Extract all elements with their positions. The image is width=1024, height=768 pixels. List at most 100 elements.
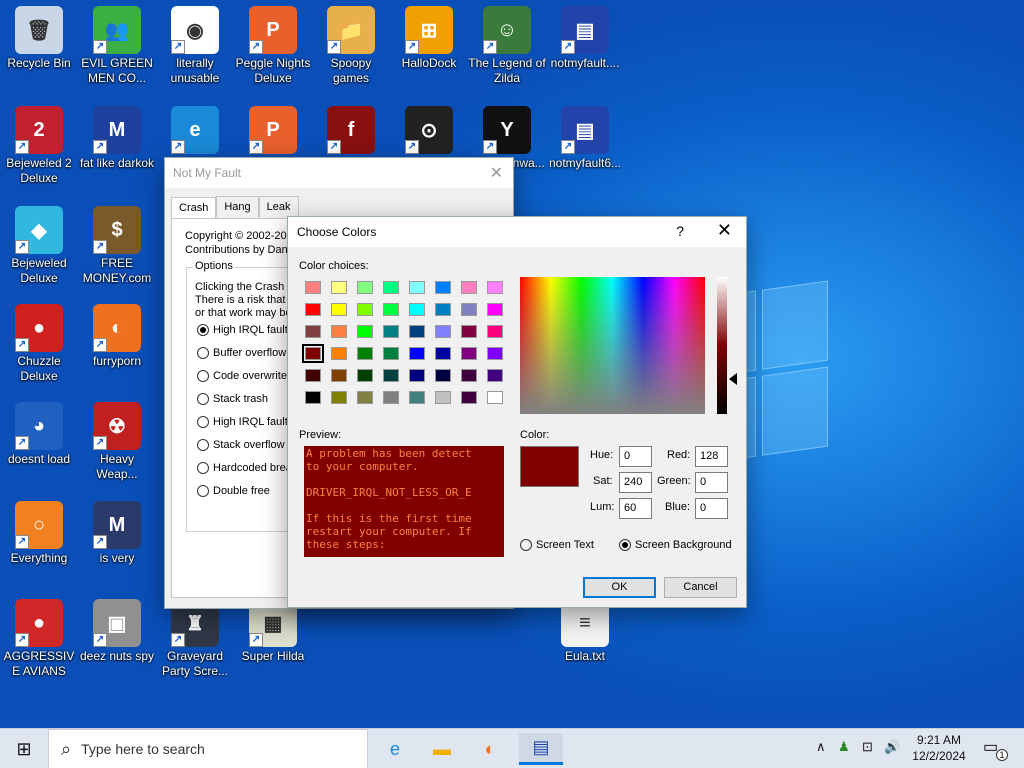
app-icon[interactable]: f ↗ (327, 106, 375, 154)
desktop-icon[interactable]: $ ↗ FREE MONEY.com (78, 202, 156, 298)
color-swatch[interactable] (487, 391, 503, 404)
desktop-icon[interactable]: ☺ ↗ The Legend of Zilda (468, 2, 546, 98)
color-swatch[interactable] (487, 325, 503, 338)
color-swatch[interactable] (487, 281, 503, 294)
file-explorer-icon[interactable]: ▬ (433, 739, 451, 760)
color-swatch[interactable] (461, 391, 477, 404)
radio-circle[interactable] (197, 439, 209, 451)
desktop-icon[interactable]: M ↗ fat like darkok (78, 102, 156, 198)
desktop-icon[interactable]: ♜ ↗ Graveyard Party Scre... (156, 595, 234, 691)
color-swatch[interactable] (409, 369, 425, 382)
edge-icon[interactable]: e (390, 739, 400, 760)
desktop-icon[interactable]: ⊞ ↗ HalloDock (390, 2, 468, 98)
desktop-icon[interactable]: M ↗ is very (78, 497, 156, 593)
desktop-icon[interactable]: P ↗ Peggle Nights Deluxe (234, 2, 312, 98)
color-swatch[interactable] (435, 303, 451, 316)
color-swatch[interactable] (383, 347, 399, 360)
color-swatch[interactable] (435, 369, 451, 382)
desktop-icon[interactable]: 👥 ↗ EVIL GREEN MEN CO... (78, 2, 156, 98)
color-swatch[interactable] (383, 391, 399, 404)
color-swatch[interactable] (331, 281, 347, 294)
color-swatch[interactable] (461, 347, 477, 360)
color-swatch[interactable] (435, 281, 451, 294)
desktop-icon[interactable]: ◐ ↗ furryporn (78, 300, 156, 396)
color-swatch[interactable] (435, 325, 451, 338)
firefox-icon[interactable]: ◐ (485, 739, 496, 760)
radio-circle[interactable] (520, 539, 532, 551)
luminance-arrow-icon[interactable] (729, 373, 737, 385)
color-swatch[interactable] (357, 303, 373, 316)
radio-circle[interactable] (197, 347, 209, 359)
crash-option-radio[interactable]: Buffer overflow (197, 347, 286, 359)
radio-circle[interactable] (197, 324, 209, 336)
app-icon[interactable]: e ↗ (171, 106, 219, 154)
app-icon[interactable]: ☺ ↗ (483, 6, 531, 54)
color-swatch[interactable] (461, 303, 477, 316)
radio-circle[interactable] (619, 539, 631, 551)
close-icon[interactable]: ✕ (490, 163, 503, 183)
app-icon[interactable]: ▣ ↗ (93, 599, 141, 647)
network-icon[interactable]: ⊡ (862, 739, 873, 755)
desktop-icon[interactable]: ▣ ↗ deez nuts spy (78, 595, 156, 691)
color-swatch[interactable] (383, 369, 399, 382)
app-icon[interactable]: 👥 ↗ (93, 6, 141, 54)
app-icon[interactable]: P ↗ (249, 106, 297, 154)
color-swatch[interactable] (409, 325, 425, 338)
color-swatch[interactable] (461, 325, 477, 338)
app-icon[interactable]: ◉ ↗ (171, 6, 219, 54)
radio-circle[interactable] (197, 370, 209, 382)
desktop-icon[interactable]: ◉ ↗ literally unusable (156, 2, 234, 98)
color-swatch[interactable] (305, 281, 321, 294)
crash-option-radio[interactable]: Stack overflow (197, 439, 285, 451)
help-icon[interactable]: ? (676, 223, 684, 239)
app-icon[interactable]: $ ↗ (93, 206, 141, 254)
desktop-icon[interactable]: ◕ ↗ doesnt load (0, 398, 78, 494)
cancel-button[interactable]: Cancel (664, 577, 737, 598)
crash-option-radio[interactable]: Hardcoded breal (197, 462, 294, 474)
tab-leak[interactable]: Leak (258, 196, 299, 217)
lum-field[interactable]: 60 (619, 498, 652, 519)
crash-option-radio[interactable]: High IRQL fault ( (197, 324, 295, 336)
taskbar-app-edge[interactable]: e (373, 733, 417, 765)
color-swatch[interactable] (331, 347, 347, 360)
color-swatch[interactable] (461, 369, 477, 382)
color-swatch[interactable] (331, 391, 347, 404)
desktop-icon[interactable]: ▦ ↗ Super Hilda (234, 595, 312, 691)
color-spectrum[interactable] (520, 277, 705, 414)
color-swatch[interactable] (302, 344, 324, 363)
blue-field[interactable]: 0 (695, 498, 728, 519)
volume-icon[interactable]: 🔊 (884, 739, 900, 755)
color-swatch[interactable] (331, 369, 347, 382)
close-icon[interactable]: ✕ (717, 220, 732, 241)
start-button[interactable]: ⊞ (0, 729, 48, 768)
color-swatch[interactable] (383, 325, 399, 338)
crash-option-radio[interactable]: Code overwrite (197, 370, 287, 382)
color-swatch[interactable] (435, 391, 451, 404)
color-swatch[interactable] (305, 369, 321, 382)
tab-crash[interactable]: Crash (171, 197, 217, 218)
sat-field[interactable]: 240 (619, 472, 652, 493)
taskbar-app-file-explorer[interactable]: ▬ (420, 733, 464, 765)
color-swatch[interactable] (305, 303, 321, 316)
app-icon[interactable]: P ↗ (249, 6, 297, 54)
app-icon[interactable]: M ↗ (93, 106, 141, 154)
color-swatch[interactable] (409, 281, 425, 294)
taskbar-app-firefox[interactable]: ◐ (468, 733, 512, 765)
app-icon[interactable]: ▤ ↗ (561, 106, 609, 154)
color-swatch[interactable] (357, 325, 373, 338)
color-swatch[interactable] (461, 281, 477, 294)
ok-button[interactable]: OK (583, 577, 656, 598)
color-swatch[interactable] (435, 347, 451, 360)
crash-option-radio[interactable]: High IRQL fault ( (197, 416, 295, 428)
app-icon[interactable]: ☢ ↗ (93, 402, 141, 450)
radio-circle[interactable] (197, 416, 209, 428)
app-icon[interactable]: 📁 ↗ (327, 6, 375, 54)
color-swatch[interactable] (357, 347, 373, 360)
desktop-icon[interactable]: ▤ ↗ notmyfault.... (546, 2, 624, 98)
screen-text-radio[interactable]: Screen Text (520, 539, 594, 551)
notmyfault-icon[interactable]: ▤ (532, 737, 549, 758)
desktop-icon[interactable]: ○ ↗ Everything (0, 497, 78, 593)
luminance-slider[interactable] (717, 277, 727, 414)
tab-hang[interactable]: Hang (216, 196, 259, 217)
desktop-icon[interactable]: ☢ ↗ Heavy Weap... (78, 398, 156, 494)
